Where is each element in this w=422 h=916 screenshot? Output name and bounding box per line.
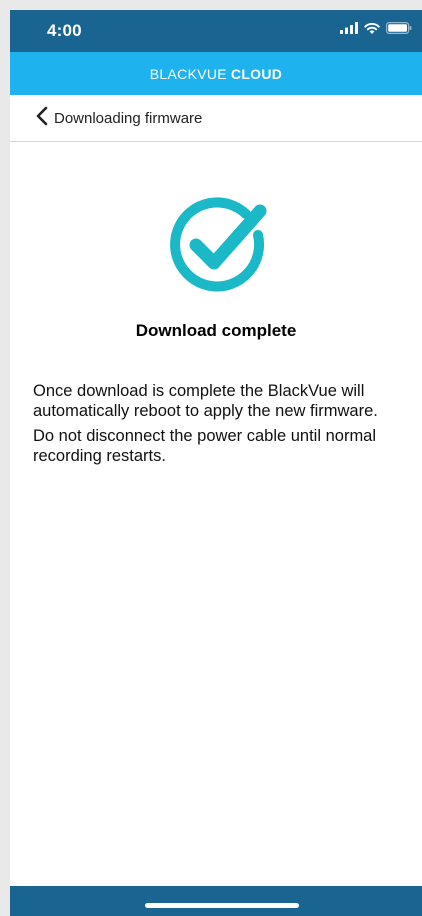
brand-name: BLACKVUE — [149, 65, 227, 82]
cellular-signal-icon — [340, 21, 358, 39]
app-screen: 4:00 BLACKVUE CLOUD Downloading firmware… — [10, 10, 422, 916]
status-bar: 4:00 — [10, 10, 422, 52]
brand-name-bold: CLOUD — [230, 65, 283, 82]
status-icons — [340, 21, 412, 39]
chevron-left-icon — [35, 106, 49, 131]
nav-bar: Downloading firmware — [10, 95, 422, 142]
battery-icon — [386, 21, 412, 39]
app-header: BLACKVUE CLOUD — [10, 52, 422, 95]
home-indicator[interactable] — [145, 903, 299, 908]
status-time: 4:00 — [47, 21, 82, 40]
reboot-info-text: Once download is complete the BlackVue w… — [33, 382, 378, 420]
wifi-icon — [364, 21, 380, 39]
check-circle-icon — [168, 195, 272, 299]
power-warning-text: Do not disconnect the power cable until … — [33, 427, 377, 465]
bottom-bar — [10, 886, 422, 916]
main-content: Download complete Once download is compl… — [10, 142, 422, 822]
page-title: Downloading firmware — [54, 109, 203, 127]
download-status-heading: Download complete — [135, 321, 297, 340]
